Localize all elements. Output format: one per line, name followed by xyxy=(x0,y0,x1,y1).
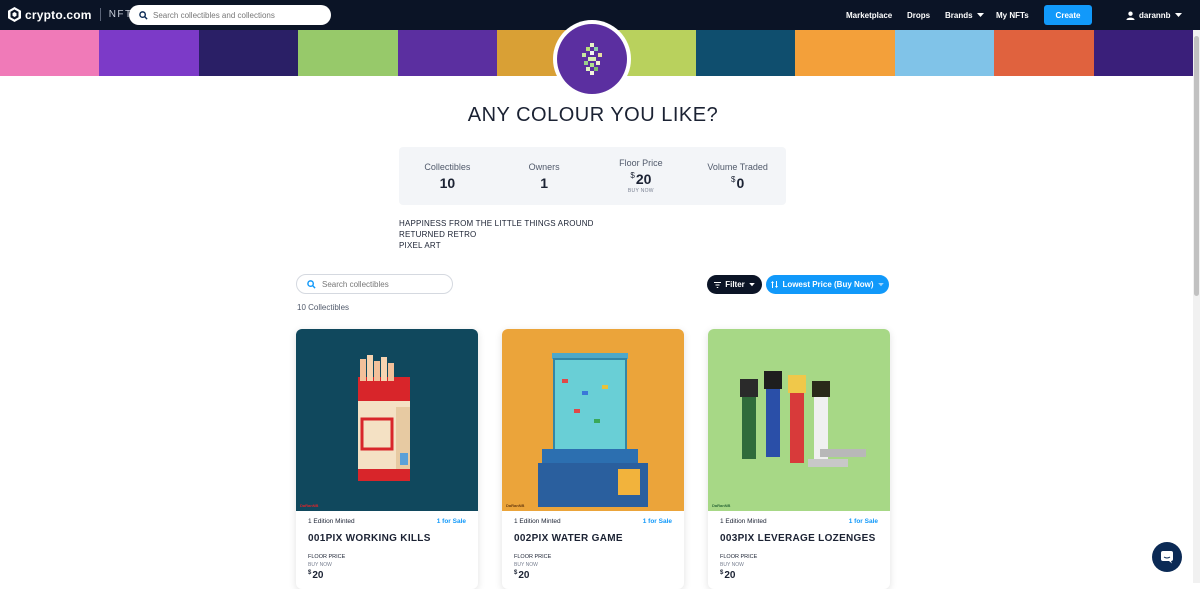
nav-marketplace[interactable]: Marketplace xyxy=(846,0,892,30)
stat-value: 10 xyxy=(439,174,456,191)
brand-name: crypto.com xyxy=(25,7,92,22)
description-line: RETURNED RETRO xyxy=(399,230,477,239)
artist-signature: DaRanNB xyxy=(712,503,731,508)
collectible-price: $20 xyxy=(308,570,324,581)
logo-divider xyxy=(99,8,101,21)
create-button[interactable]: Create xyxy=(1044,5,1092,25)
banner-tile xyxy=(397,30,498,76)
collectibles-search[interactable] xyxy=(296,274,453,294)
collectible-image: DaRanNB xyxy=(296,329,478,511)
banner-tile xyxy=(1093,30,1193,76)
support-chat-button[interactable] xyxy=(1152,542,1182,572)
chevron-down-icon xyxy=(1174,12,1182,17)
collectible-name[interactable]: 003PIX LEVERAGE LOZENGES xyxy=(720,533,878,544)
collectible-card-001[interactable]: DaRanNB 1 Edition Minted 1 for Sale 001P… xyxy=(296,329,478,589)
for-sale-count: 1 for Sale xyxy=(436,518,466,525)
chat-icon xyxy=(1161,551,1173,564)
collection-description: HAPPINESS FROM THE LITTLE THINGS AROUND … xyxy=(399,218,594,251)
global-search-input[interactable] xyxy=(153,10,323,20)
banner-tile xyxy=(894,30,995,76)
artist-signature: DaRanNB xyxy=(506,503,525,508)
lozenge-dispensers-image xyxy=(740,371,866,467)
user-icon xyxy=(1126,11,1135,20)
buy-now-label: BUY NOW xyxy=(720,562,744,568)
currency-symbol: $ xyxy=(630,171,635,180)
search-icon xyxy=(307,279,316,289)
crypto-com-logo-icon xyxy=(8,7,21,22)
global-search[interactable] xyxy=(129,5,331,25)
collection-title: ANY COLOUR YOU LIKE? xyxy=(467,104,719,126)
edition-count: 1 Edition Minted xyxy=(720,518,767,525)
banner-tile xyxy=(0,30,100,76)
scrollbar-thumb[interactable] xyxy=(1194,36,1199,296)
collectible-card-003[interactable]: DaRanNB 1 Edition Minted 1 for Sale 003P… xyxy=(708,329,890,589)
buy-now-label: BUY NOW xyxy=(308,562,332,568)
water-game-image xyxy=(538,353,648,507)
chevron-down-icon xyxy=(976,12,984,17)
floor-price-label: FLOOR PRICE xyxy=(720,554,758,560)
nav-drops[interactable]: Drops xyxy=(907,0,930,30)
currency-symbol: $ xyxy=(731,174,736,184)
stat-collectibles: Collectibles 10 xyxy=(399,147,496,205)
filter-label: Filter xyxy=(725,280,745,289)
banner-tile xyxy=(298,30,398,76)
stat-label: Collectibles xyxy=(424,161,471,172)
collectible-card-002[interactable]: DaRanNB 1 Edition Minted 1 for Sale 002P… xyxy=(502,329,684,589)
cigarette-pack-image xyxy=(358,355,410,481)
banner-tile xyxy=(99,30,199,76)
banner-tile xyxy=(994,30,1094,76)
for-sale-count: 1 for Sale xyxy=(642,518,672,525)
collection-stats: Collectibles 10 Owners 1 Floor Price $20… xyxy=(399,147,786,205)
chevron-down-icon xyxy=(748,282,755,286)
description-line: PIXEL ART xyxy=(399,241,441,250)
stat-volume-traded: Volume Traded $0 xyxy=(689,147,786,205)
artist-signature: DaRanNB xyxy=(300,503,319,508)
nav-my-nfts[interactable]: My NFTs xyxy=(996,0,1029,30)
collectible-name[interactable]: 001PIX WORKING KILLS xyxy=(308,533,466,544)
collection-avatar-image xyxy=(582,43,602,75)
stat-value: 1 xyxy=(540,174,549,191)
collectibles-search-input[interactable] xyxy=(322,279,442,289)
filter-button[interactable]: Filter xyxy=(707,275,762,294)
stat-sublabel: BUY NOW xyxy=(627,188,654,194)
username: darannb xyxy=(1139,10,1171,20)
stat-label: Volume Traded xyxy=(707,161,768,172)
for-sale-count: 1 for Sale xyxy=(848,518,878,525)
collectible-image: DaRanNB xyxy=(502,329,684,511)
sort-icon xyxy=(771,281,779,288)
collectible-price: $20 xyxy=(514,570,530,581)
floor-price-label: FLOOR PRICE xyxy=(308,554,346,560)
stat-value: 0 xyxy=(736,174,745,191)
stat-floor-price: Floor Price $20 BUY NOW xyxy=(593,147,690,205)
edition-count: 1 Edition Minted xyxy=(308,518,355,525)
page-scrollbar[interactable] xyxy=(1193,30,1200,583)
banner-tile xyxy=(795,30,895,76)
nav-brands[interactable]: Brands xyxy=(945,0,984,30)
collection-avatar xyxy=(553,20,631,98)
collectible-name[interactable]: 002PIX WATER GAME xyxy=(514,533,672,544)
edition-count: 1 Edition Minted xyxy=(514,518,561,525)
filter-icon xyxy=(714,281,722,288)
floor-price-label: FLOOR PRICE xyxy=(514,554,552,560)
stat-owners: Owners 1 xyxy=(496,147,593,205)
collectibles-count: 10 Collectibles xyxy=(297,303,350,312)
sort-label: Lowest Price (Buy Now) xyxy=(782,280,874,289)
logo[interactable]: crypto.com NFT xyxy=(8,7,133,22)
user-menu[interactable]: darannb xyxy=(1126,0,1182,30)
buy-now-label: BUY NOW xyxy=(514,562,538,568)
description-line: HAPPINESS FROM THE LITTLE THINGS AROUND xyxy=(399,219,594,228)
stat-label: Floor Price xyxy=(619,158,663,168)
stat-label: Owners xyxy=(528,161,560,172)
chevron-down-icon xyxy=(877,282,884,286)
search-icon xyxy=(139,10,148,20)
banner-tile xyxy=(695,30,796,76)
collectible-image: DaRanNB xyxy=(708,329,890,511)
banner-tile xyxy=(198,30,299,76)
collectible-price: $20 xyxy=(720,570,736,581)
stat-value: 20 xyxy=(635,171,652,187)
sort-dropdown[interactable]: Lowest Price (Buy Now) xyxy=(766,275,889,294)
